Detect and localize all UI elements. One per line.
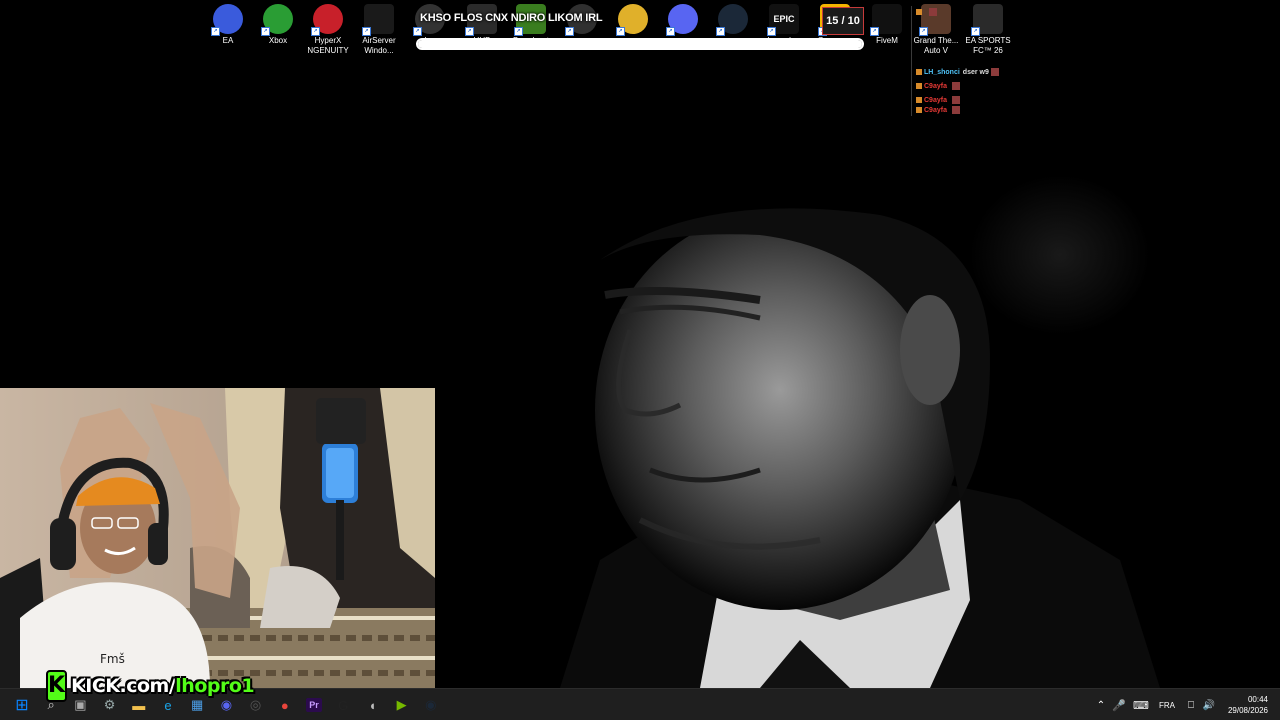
taskbar-mouse-app-button[interactable]: ◖ xyxy=(360,693,384,717)
show-hidden-icons-chevron-icon[interactable]: ⌃ xyxy=(1094,700,1108,711)
shortcut-arrow-icon: ↗ xyxy=(465,27,474,36)
network-icon[interactable]: ⎕ xyxy=(1182,700,1200,711)
system-clock[interactable]: 00:44 29/08/2026 xyxy=(1228,694,1268,716)
desktop-shortcut[interactable]: ↗ AirServer Windo... xyxy=(352,0,406,56)
microphone-icon[interactable]: 🎤 xyxy=(1108,699,1130,712)
chat-emote-icon xyxy=(951,96,960,104)
shortcut-arrow-icon: ↗ xyxy=(514,27,523,36)
shortcut-arrow-icon: ↗ xyxy=(413,27,422,36)
chat-overlay: LH_shonci dser w9 C9ayfa C9ayfa C9ayfa xyxy=(911,6,1012,116)
chat-username: C9ayfa xyxy=(924,96,947,104)
progress-fill xyxy=(418,40,862,48)
clock-date: 29/08/2026 xyxy=(1227,706,1268,715)
chat-message: C9ayfa xyxy=(916,82,960,90)
shortcut-arrow-icon: ↗ xyxy=(311,27,320,36)
chat-username: C9ayfa xyxy=(924,106,947,114)
shortcut-arrow-icon: ↗ xyxy=(767,27,776,36)
shortcut-arrow-icon: ↗ xyxy=(565,27,574,36)
shortcut-arrow-icon: ↗ xyxy=(261,27,270,36)
chat-username: LH_shonci xyxy=(924,68,960,76)
kick-url-user: lhopro1 xyxy=(175,675,255,697)
kick-logo-icon: K xyxy=(46,670,68,702)
system-tray: ⌃ 🎤 ⌨ FRA ⎕ 🔊 xyxy=(1094,689,1218,720)
svg-text:Fmš: Fmš xyxy=(100,652,125,666)
shortcut-arrow-icon: ↗ xyxy=(211,27,220,36)
chat-emote-icon xyxy=(929,8,937,16)
desktop-shortcut-label: AirServer Windo... xyxy=(362,36,396,55)
desktop-shortcut[interactable]: ↗ xyxy=(706,0,760,36)
chrome-icon: ● xyxy=(280,697,289,713)
fivem-icon: ↗ xyxy=(870,4,902,36)
taskbar-start-button[interactable]: ⊞ xyxy=(10,693,34,717)
steam-icon: ◉ xyxy=(425,697,437,712)
chat-badge-icon xyxy=(916,9,922,15)
webcam-scene: Fmš xyxy=(0,388,435,688)
desktop-shortcut-label: HyperX NGENUITY xyxy=(307,36,349,55)
chat-badge-icon xyxy=(916,69,922,75)
chrome-icon: ↗ xyxy=(616,4,648,36)
desktop-shortcut[interactable]: ↗ xyxy=(656,0,710,36)
desktop-shortcut[interactable]: ↗ Xbox xyxy=(251,0,305,46)
desktop-shortcut[interactable]: ↗ HyperX NGENUITY xyxy=(301,0,355,56)
stream-goal-progress-bar xyxy=(416,38,864,50)
ea-icon: ↗ xyxy=(211,4,243,36)
desktop-shortcut[interactable]: ↗ FiveM xyxy=(860,0,914,46)
mouse-app-icon: ◖ xyxy=(368,697,377,713)
chat-emote-icon xyxy=(951,82,960,90)
chat-badge-icon xyxy=(916,83,922,89)
nvidia-icon: ▶ xyxy=(396,697,407,712)
taskbar-steam-button[interactable]: ◉ xyxy=(419,693,443,717)
discord-icon: ↗ xyxy=(666,4,698,36)
chat-emote-icon xyxy=(990,68,999,76)
epic-games-icon: EPIC ↗ xyxy=(767,4,799,36)
chat-message: C9ayfa xyxy=(916,96,960,104)
keyboard-icon[interactable]: ⌨ xyxy=(1130,699,1152,712)
steam-icon: ↗ xyxy=(716,4,748,36)
obs-icon: ◎ xyxy=(249,697,262,712)
chat-badge-icon xyxy=(916,107,922,113)
start-icon: ⊞ xyxy=(15,697,29,714)
stream-banner-text: KHSO FLOS CNX NDIRO LIKOM IRL xyxy=(420,12,603,24)
desktop-shortcut-label: FiveM xyxy=(876,36,898,45)
shortcut-arrow-icon: ↗ xyxy=(362,27,371,36)
kick-channel-badge: K KICK.com/lhopro1 xyxy=(46,670,255,702)
volume-icon[interactable]: 🔊 xyxy=(1200,700,1218,711)
chat-text: dser w9 xyxy=(962,68,989,76)
chat-username: C9ayfa xyxy=(924,82,947,90)
clock-time: 00:44 xyxy=(1247,695,1268,704)
premiere-icon: Pr xyxy=(306,698,322,712)
taskbar-chrome-button[interactable]: ● xyxy=(273,693,297,717)
webcam-feed: Fmš xyxy=(0,388,435,688)
airserver-icon: ↗ xyxy=(362,4,394,36)
chat-message: LH_shonci dser w9 xyxy=(916,68,999,76)
shortcut-arrow-icon: ↗ xyxy=(716,27,725,36)
shortcut-arrow-icon: ↗ xyxy=(666,27,675,36)
shortcut-arrow-icon: ↗ xyxy=(616,27,625,36)
chat-message: C9ayfa xyxy=(916,106,960,114)
shortcut-arrow-icon: ↗ xyxy=(870,27,879,36)
chat-emote-icon xyxy=(951,106,960,114)
desktop-shortcut-label: EA xyxy=(222,36,234,45)
input-language-indicator[interactable]: FRA xyxy=(1152,701,1182,710)
xbox-icon: ↗ xyxy=(261,4,293,36)
desktop-shortcut[interactable]: ↗ EA xyxy=(201,0,255,46)
screen: ↗ EA ↗ Xbox ↗ HyperX NGENUITY ↗ AirServer Windo… xyxy=(0,0,1280,720)
hyperx-icon: ↗ xyxy=(311,4,343,36)
chat-badge-icon xyxy=(916,97,922,103)
taskbar-logitech-button[interactable]: G xyxy=(331,693,355,717)
stream-goal-counter: 15 / 10 xyxy=(822,7,864,35)
kick-channel-url: KICK.com/lhopro1 xyxy=(71,675,255,697)
desktop-shortcut-label: Xbox xyxy=(268,36,288,45)
taskbar-premiere-button[interactable]: Pr xyxy=(302,693,326,717)
logitech-icon: G xyxy=(338,697,349,713)
chat-message xyxy=(916,8,937,16)
taskbar-nvidia-button[interactable]: ▶ xyxy=(390,693,414,717)
kick-url-prefix: KICK.com/ xyxy=(71,675,176,697)
